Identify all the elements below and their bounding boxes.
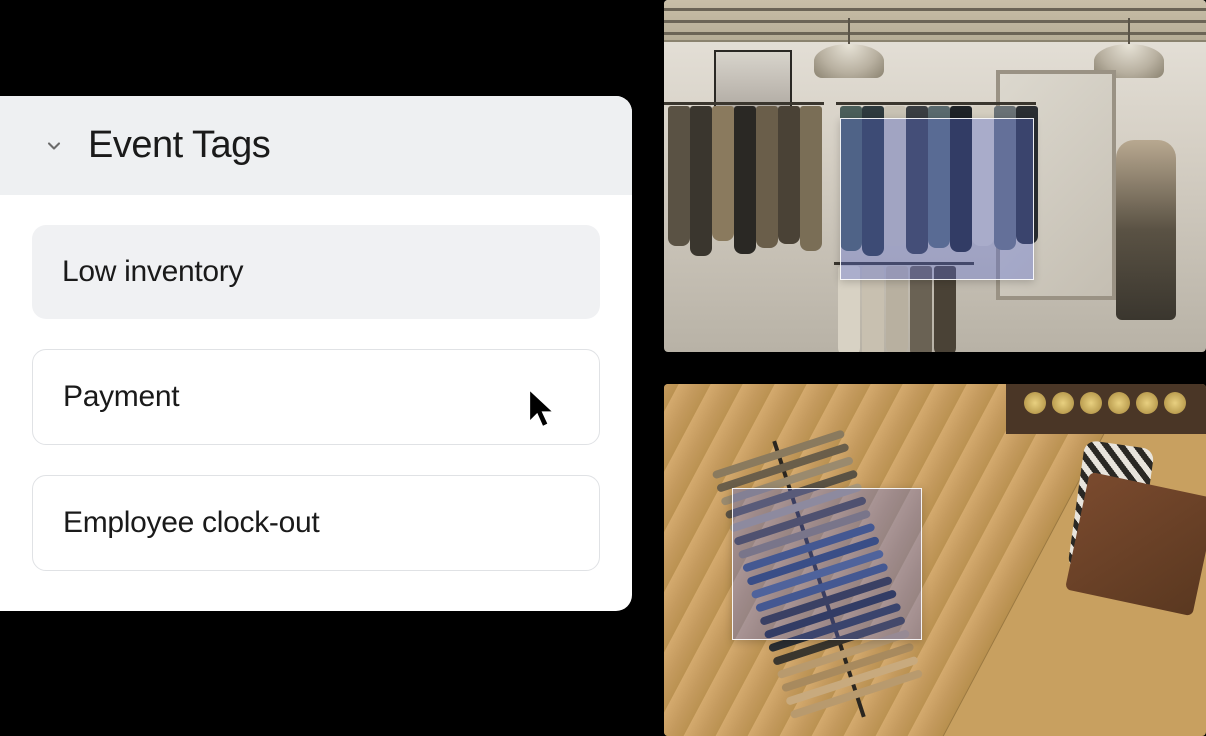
panel-header[interactable]: Event Tags — [0, 96, 632, 195]
detection-overlay — [732, 488, 922, 640]
event-tags-panel: Event Tags Low inventory Payment Employe… — [0, 96, 632, 611]
detection-overlay — [840, 118, 1034, 280]
cursor-icon — [528, 390, 558, 430]
panel-title: Event Tags — [88, 124, 270, 167]
chevron-down-icon — [44, 136, 64, 156]
tag-item-payment[interactable]: Payment — [32, 349, 600, 445]
tag-item-employee-clock-out[interactable]: Employee clock-out — [32, 475, 600, 571]
camera-thumbnail-overhead[interactable] — [664, 384, 1206, 736]
camera-thumbnail-store[interactable] — [664, 0, 1206, 352]
tag-item-low-inventory[interactable]: Low inventory — [32, 225, 600, 319]
